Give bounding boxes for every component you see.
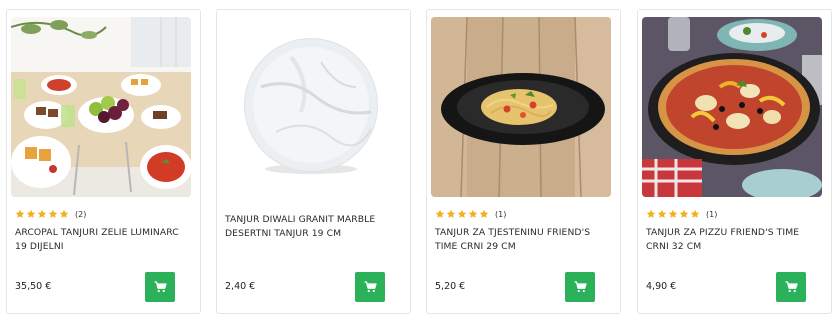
- table-setting-photo-icon: [11, 17, 191, 197]
- rating-count: (2): [75, 209, 87, 219]
- add-to-cart-button[interactable]: [145, 272, 175, 302]
- rating-count: (1): [495, 209, 507, 219]
- marble-plate-photo-icon: [221, 17, 401, 197]
- star-icon: [435, 209, 445, 219]
- star-icon: [457, 209, 467, 219]
- product-price: 4,90 €: [646, 281, 677, 292]
- rating: (1): [435, 208, 506, 220]
- add-to-cart-button[interactable]: [565, 272, 595, 302]
- product-image[interactable]: [431, 17, 611, 197]
- star-icon: [468, 209, 478, 219]
- star-icon: [479, 209, 489, 219]
- cart-icon: [364, 281, 377, 293]
- rating-stars: [435, 209, 489, 219]
- cart-icon: [785, 281, 798, 293]
- product-card[interactable]: (2) ARCOPAL TANJURI ZELIE LUMINARC 19 DI…: [6, 9, 201, 314]
- product-title[interactable]: TANJUR ZA PIZZU FRIEND'S TIME CRNI 32 CM: [646, 226, 823, 253]
- star-icon: [37, 209, 47, 219]
- add-to-cart-button[interactable]: [355, 272, 385, 302]
- product-price: 2,40 €: [225, 281, 256, 292]
- cart-icon: [154, 281, 167, 293]
- product-card[interactable]: (1) TANJUR ZA PIZZU FRIEND'S TIME CRNI 3…: [637, 9, 832, 314]
- product-card[interactable]: (1) TANJUR ZA TJESTENINU FRIEND'S TIME C…: [426, 9, 621, 314]
- product-card[interactable]: TANJUR DIWALI GRANIT MARBLE DESERTNI TAN…: [216, 9, 411, 314]
- rating-stars: [646, 209, 700, 219]
- product-title[interactable]: ARCOPAL TANJURI ZELIE LUMINARC 19 DIJELN…: [15, 226, 192, 253]
- product-title[interactable]: TANJUR ZA TJESTENINU FRIEND'S TIME CRNI …: [435, 226, 612, 253]
- rating: (2): [15, 208, 86, 220]
- star-icon: [679, 209, 689, 219]
- product-title[interactable]: TANJUR DIWALI GRANIT MARBLE DESERTNI TAN…: [225, 213, 402, 240]
- star-icon: [26, 209, 36, 219]
- rating-stars: [15, 209, 69, 219]
- pizza-plate-photo-icon: [642, 17, 822, 197]
- product-title-text: TANJUR DIWALI GRANIT MARBLE DESERTNI TAN…: [225, 214, 376, 239]
- product-image[interactable]: [642, 17, 822, 197]
- cart-icon: [574, 281, 587, 293]
- add-to-cart-button[interactable]: [776, 272, 806, 302]
- star-icon: [690, 209, 700, 219]
- star-icon: [668, 209, 678, 219]
- product-image[interactable]: [11, 17, 191, 197]
- star-icon: [15, 209, 25, 219]
- product-image[interactable]: [221, 17, 401, 197]
- star-icon: [646, 209, 656, 219]
- rating: (1): [646, 208, 717, 220]
- pasta-plate-photo-icon: [431, 17, 611, 197]
- product-price: 5,20 €: [435, 281, 466, 292]
- star-icon: [446, 209, 456, 219]
- star-icon: [59, 209, 69, 219]
- star-icon: [48, 209, 58, 219]
- rating-count: (1): [706, 209, 718, 219]
- star-icon: [657, 209, 667, 219]
- product-price: 35,50 €: [15, 281, 52, 292]
